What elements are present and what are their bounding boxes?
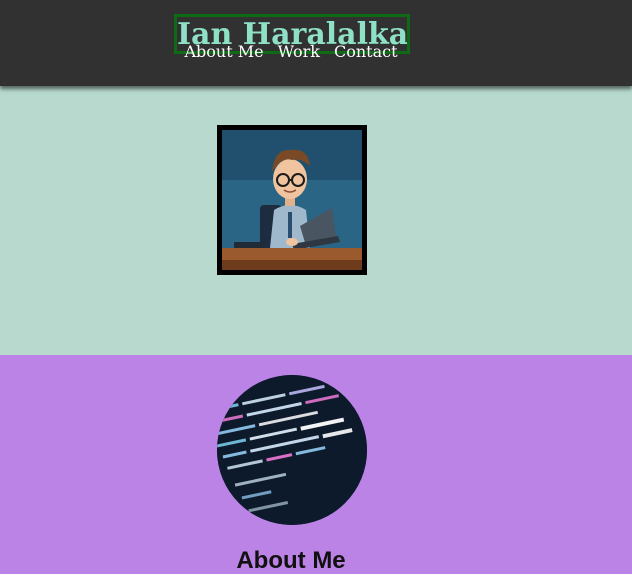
about-heading: About Me — [236, 547, 346, 574]
about-section: About Me — [0, 355, 632, 574]
code-screen-illustration-icon — [217, 375, 367, 525]
developer-illustration-icon — [222, 130, 362, 270]
site-header: Ian Haralalka About Me Work Contact — [0, 0, 632, 86]
hero-section — [0, 86, 632, 355]
main-nav: About Me Work Contact — [0, 42, 582, 61]
code-screen-image — [217, 375, 367, 525]
nav-link-contact[interactable]: Contact — [334, 42, 398, 61]
nav-link-about-me[interactable]: About Me — [185, 42, 264, 61]
profile-portrait-image — [217, 125, 367, 275]
nav-link-work[interactable]: Work — [278, 42, 320, 61]
